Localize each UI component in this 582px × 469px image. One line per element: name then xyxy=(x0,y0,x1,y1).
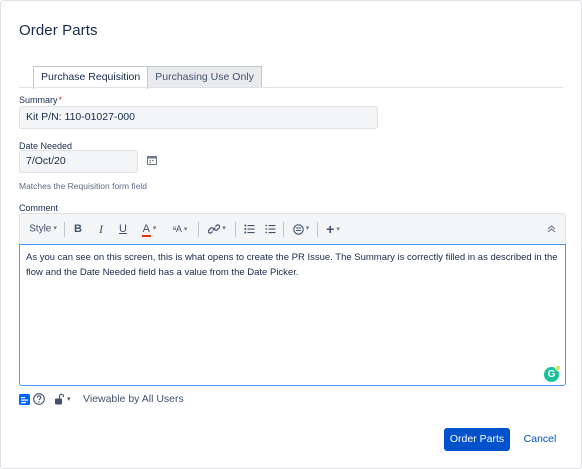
chevron-down-icon: ▾ xyxy=(183,225,188,233)
comment-label: Comment xyxy=(19,203,59,213)
emoji-button[interactable]: ▾ xyxy=(288,214,314,244)
collapse-toolbar-button[interactable] xyxy=(541,214,561,244)
cancel-button[interactable]: Cancel xyxy=(518,428,562,451)
numbered-list-button[interactable] xyxy=(262,214,278,244)
bullet-list-button[interactable] xyxy=(241,214,257,244)
tab-bar: Purchase Requisition Purchasing Use Only xyxy=(33,66,262,89)
tab-divider xyxy=(19,87,563,88)
tab-purchasing-use-only[interactable]: Purchasing Use Only xyxy=(148,66,262,88)
bullet-list-icon xyxy=(243,224,254,234)
underline-button[interactable]: U xyxy=(115,214,131,244)
more-formatting-label: ᵃA xyxy=(172,224,182,234)
bold-button[interactable]: B xyxy=(70,214,86,244)
order-parts-dialog: Order Parts Purchase Requisition Purchas… xyxy=(0,0,582,469)
summary-label: Summary* xyxy=(19,95,62,105)
chevron-down-icon: ▾ xyxy=(152,225,157,233)
emoji-icon xyxy=(292,223,304,235)
style-dropdown-label: Style xyxy=(29,223,52,235)
date-needed-field[interactable]: 7/Oct/20 xyxy=(19,150,138,173)
required-marker: * xyxy=(58,95,63,105)
toolbar-separator xyxy=(198,222,199,237)
chevron-down-icon: ▾ xyxy=(305,225,310,233)
text-color-button[interactable]: A ▾ xyxy=(136,214,162,244)
toolbar-separator xyxy=(283,222,284,237)
summary-field[interactable]: Kit P/N: 110-01027-000 xyxy=(19,106,378,129)
plus-icon: + xyxy=(326,221,335,237)
chevron-down-icon: ▾ xyxy=(336,226,340,234)
italic-button[interactable]: I xyxy=(93,214,109,244)
order-parts-button[interactable]: Order Parts xyxy=(444,428,510,451)
date-needed-hint: Matches the Requisition form field xyxy=(19,181,148,191)
chevron-down-icon: ▾ xyxy=(53,225,57,232)
text-color-label: A xyxy=(141,223,151,237)
chevron-double-up-icon xyxy=(547,225,555,233)
chevron-down-icon[interactable]: ▾ xyxy=(67,395,71,403)
dialog-title: Order Parts xyxy=(19,22,98,39)
text-mode-icon[interactable] xyxy=(19,393,30,405)
calendar-icon[interactable] xyxy=(147,155,157,165)
grammarly-status-dot xyxy=(555,365,561,371)
help-icon[interactable] xyxy=(33,393,45,405)
tab-purchase-requisition[interactable]: Purchase Requisition xyxy=(33,66,149,89)
editor-toolbar: Style ▾ B I U A ▾ ᵃA ▾ ▾ ▾ + ▾ xyxy=(19,213,566,244)
visibility-label: Viewable by All Users xyxy=(83,393,184,405)
numbered-list-icon xyxy=(265,224,275,234)
comment-editor[interactable]: As you can see on this screen, this is w… xyxy=(19,244,566,386)
toolbar-separator xyxy=(235,222,236,237)
toolbar-separator xyxy=(64,222,65,237)
chevron-down-icon: ▾ xyxy=(222,225,226,233)
summary-label-text: Summary xyxy=(19,95,58,105)
unlock-icon[interactable] xyxy=(54,393,64,405)
link-icon xyxy=(208,224,221,234)
toolbar-separator xyxy=(317,222,318,237)
link-button[interactable]: ▾ xyxy=(203,214,231,244)
style-dropdown[interactable]: Style ▾ xyxy=(26,214,60,244)
insert-more-button[interactable]: + ▾ xyxy=(321,214,345,244)
more-formatting-button[interactable]: ᵃA ▾ xyxy=(166,214,194,244)
comment-footer-icons: ▾ xyxy=(19,392,71,406)
